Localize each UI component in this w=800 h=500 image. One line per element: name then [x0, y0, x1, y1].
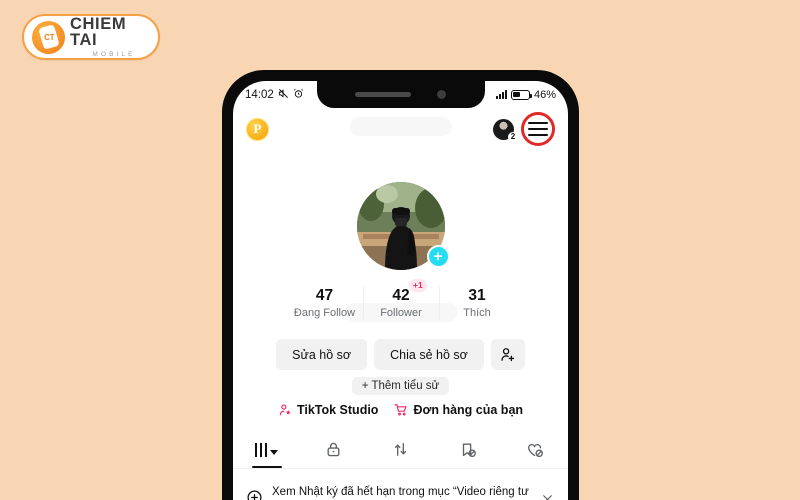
- tab-saved[interactable]: [434, 431, 501, 468]
- logo-phone-icon: CT: [37, 24, 60, 50]
- person-star-icon: [278, 403, 292, 417]
- tab-grid[interactable]: [233, 431, 300, 468]
- signal-bars-icon: [495, 90, 507, 99]
- profile-stats: 47 Đang Follow +1 42 Follower 31 Thích: [233, 279, 568, 319]
- phone-notch: [316, 81, 485, 108]
- bio-row: + Thêm tiểu sử: [233, 377, 568, 395]
- logo-badge-icon: CT: [32, 20, 65, 54]
- mute-icon: [278, 88, 289, 102]
- add-story-button[interactable]: +: [426, 245, 450, 268]
- coin-icon[interactable]: P: [246, 117, 269, 141]
- earpiece-speaker: [355, 92, 411, 97]
- stat-value: 47: [315, 287, 334, 304]
- bookmark-hidden-icon: [462, 442, 476, 457]
- stat-label: Follower: [380, 307, 422, 319]
- repost-arrows-icon: [394, 443, 407, 456]
- expired-log-notification[interactable]: Xem Nhật ký đã hết hạn trong mục “Video …: [233, 479, 568, 500]
- avatar-container[interactable]: +: [356, 182, 450, 270]
- active-tab-underline: [251, 465, 282, 468]
- app-top-bar: P 2: [233, 111, 568, 147]
- top-bar-right: 2: [493, 112, 555, 146]
- logo-tagline-text: MOBILE: [92, 50, 136, 58]
- status-bar-right: 46%: [495, 88, 556, 101]
- front-camera: [437, 90, 446, 99]
- logo-brand-text: CHIEM TAI: [70, 14, 127, 50]
- profile-tabs: [233, 431, 568, 469]
- phone-frame: 14:02 46% P 2 + 47 Đang Follow +1 42 Fol…: [222, 70, 579, 500]
- annotation-highlight-circle: [521, 112, 555, 146]
- logo-wordmark: CHIEM TAI MOBILE: [70, 16, 158, 59]
- stat-followers[interactable]: +1 42 Follower: [362, 279, 439, 319]
- phone-screen: 14:02 46% P 2 + 47 Đang Follow +1 42 Fol…: [233, 81, 568, 500]
- stat-label: Đang Follow: [293, 307, 356, 319]
- share-profile-button[interactable]: Chia sẻ hồ sơ: [374, 339, 484, 370]
- plus-circle-icon: [246, 489, 263, 500]
- your-orders-link[interactable]: Đơn hàng của bạn: [394, 403, 523, 417]
- link-label: TikTok Studio: [296, 403, 379, 417]
- tab-private[interactable]: [300, 431, 367, 468]
- battery-percent: 46%: [533, 88, 556, 101]
- lock-icon: [327, 442, 340, 457]
- alarm-icon: [293, 88, 304, 102]
- profile-actions: Sửa hồ sơ Chia sẻ hồ sơ: [233, 339, 568, 370]
- status-time: 14:02: [245, 88, 274, 101]
- shopping-cart-icon: [394, 403, 408, 417]
- follower-increase-badge: +1: [409, 279, 427, 292]
- hamburger-menu-button[interactable]: [521, 112, 555, 146]
- notification-text: Xem Nhật ký đã hết hạn trong mục “Video …: [272, 486, 529, 498]
- chevron-down-icon: [270, 449, 279, 455]
- profile-links: TikTok Studio Đơn hàng của bạn: [233, 403, 568, 417]
- logo-ct-text: CT: [43, 32, 54, 42]
- tiktok-studio-link[interactable]: TikTok Studio: [278, 403, 378, 417]
- battery-icon: [510, 89, 532, 100]
- stat-likes[interactable]: 31 Thích: [438, 286, 515, 319]
- grid-columns-icon: [254, 442, 268, 457]
- add-person-icon: [501, 348, 515, 362]
- edit-profile-button[interactable]: Sửa hồ sơ: [276, 339, 368, 370]
- mini-avatar-badge: 2: [508, 131, 518, 142]
- tab-liked[interactable]: [501, 431, 568, 468]
- heart-hidden-icon: [527, 443, 543, 457]
- add-friend-button[interactable]: [490, 339, 525, 370]
- status-bar-left: 14:02: [245, 88, 304, 102]
- tab-repost[interactable]: [367, 431, 434, 468]
- stat-value: 31: [468, 287, 486, 304]
- watermark-logo: CT CHIEM TAI MOBILE: [22, 14, 160, 60]
- link-label: Đơn hàng của bạn: [413, 403, 524, 417]
- add-bio-button[interactable]: + Thêm tiểu sử: [351, 377, 450, 395]
- stat-following[interactable]: 47 Đang Follow: [287, 286, 363, 319]
- stat-label: Thích: [463, 307, 491, 319]
- close-icon[interactable]: [541, 493, 554, 500]
- mini-avatar-icon[interactable]: 2: [493, 118, 518, 142]
